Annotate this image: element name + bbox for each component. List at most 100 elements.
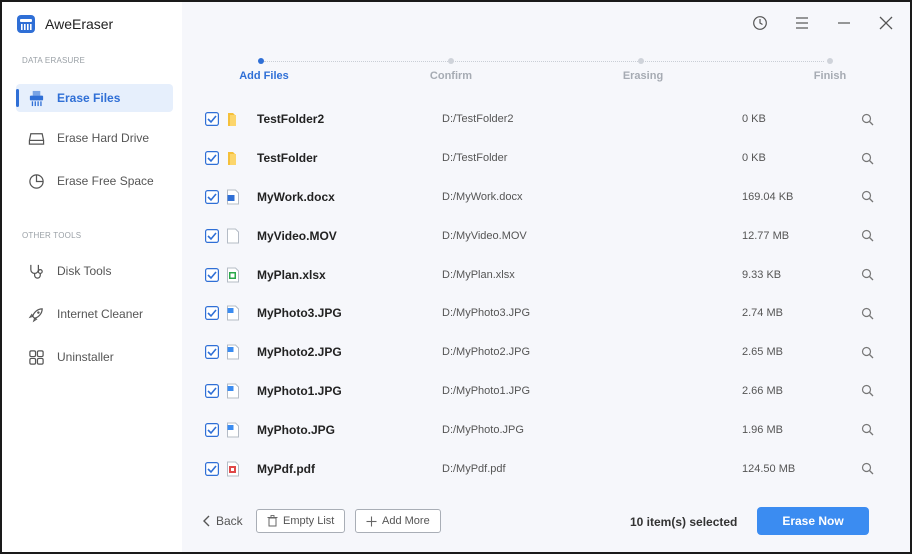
file-size: 9.33 KB: [742, 268, 782, 281]
table-row: MyPhoto1.JPG D:/MyPhoto1.JPG 2.66 MB: [182, 372, 910, 411]
file-size: 1.96 MB: [742, 423, 783, 436]
step-label-finish: Finish: [813, 70, 847, 82]
search-icon[interactable]: [861, 462, 874, 475]
progress-steps: Add Files Confirm Erasing Finish: [182, 54, 910, 90]
file-size: 169.04 KB: [742, 190, 794, 203]
sidebar-item-label: Erase Files: [57, 91, 121, 105]
step-label-add-files: Add Files: [239, 70, 289, 82]
checkbox-checked-icon[interactable]: [205, 228, 219, 243]
checkbox-checked-icon[interactable]: [205, 461, 219, 476]
file-size: 2.74 MB: [742, 307, 783, 320]
file-name: TestFolder2: [257, 112, 325, 127]
image-file-icon: [227, 305, 239, 321]
hard-drive-icon: [28, 132, 45, 145]
file-size: 0 KB: [742, 152, 766, 165]
file-name: MyWork.docx: [257, 189, 335, 204]
file-path: D:/MyPhoto.JPG: [442, 423, 524, 436]
table-row: MyPhoto3.JPG D:/MyPhoto3.JPG 2.74 MB: [182, 294, 910, 333]
close-button[interactable]: [872, 12, 900, 34]
file-size: 2.65 MB: [742, 346, 783, 359]
image-file-icon: [227, 422, 239, 438]
menu-button[interactable]: [788, 12, 816, 34]
pie-chart-icon: [29, 173, 44, 189]
search-icon[interactable]: [861, 346, 874, 359]
section-label-data-erasure: DATA ERASURE: [22, 56, 86, 65]
table-row: MyPhoto.JPG D:/MyPhoto.JPG 1.96 MB: [182, 410, 910, 449]
search-icon[interactable]: [861, 268, 874, 281]
checkbox-checked-icon[interactable]: [205, 267, 219, 282]
sidebar-item-disk-tools[interactable]: Disk Tools: [16, 257, 173, 285]
image-file-icon: [227, 383, 239, 399]
section-label-other-tools: OTHER TOOLS: [22, 231, 82, 240]
selected-count: 10 item(s) selected: [630, 515, 738, 529]
checkbox-checked-icon[interactable]: [205, 306, 219, 321]
file-path: D:/MyWork.docx: [442, 190, 523, 203]
sidebar-item-erase-files[interactable]: Erase Files: [16, 84, 173, 112]
history-button[interactable]: [746, 12, 774, 34]
trash-icon: [267, 515, 278, 527]
search-icon[interactable]: [861, 423, 874, 436]
sidebar-item-uninstaller[interactable]: Uninstaller: [16, 343, 173, 371]
add-more-button[interactable]: Add More: [355, 509, 441, 533]
file-size: 124.50 MB: [742, 462, 796, 475]
back-label: Back: [216, 514, 243, 528]
clock-icon: [753, 16, 767, 30]
search-icon[interactable]: [861, 152, 874, 165]
checkbox-checked-icon[interactable]: [205, 383, 219, 398]
sidebar-item-internet-cleaner[interactable]: Internet Cleaner: [16, 300, 173, 328]
empty-list-button[interactable]: Empty List: [256, 509, 346, 533]
file-size: 12.77 MB: [742, 229, 790, 242]
chevron-left-icon: [203, 515, 210, 527]
pdf-file-icon: [227, 461, 239, 477]
file-path: D:/MyPdf.pdf: [442, 462, 506, 475]
app-title: AweEraser: [16, 13, 113, 35]
table-row: TestFolder D:/TestFolder 0 KB: [182, 139, 910, 178]
table-row: MyVideo.MOV D:/MyVideo.MOV 12.77 MB: [182, 216, 910, 255]
blank-file-icon: [227, 228, 239, 244]
step-dot-confirm: [448, 58, 454, 64]
word-document-icon: [227, 189, 239, 205]
file-name: MyPlan.xlsx: [257, 267, 326, 282]
checkbox-checked-icon[interactable]: [205, 151, 219, 166]
table-row: TestFolder2 D:/TestFolder2 0 KB: [182, 100, 910, 139]
back-button[interactable]: Back: [202, 510, 243, 532]
checkbox-checked-icon[interactable]: [205, 422, 219, 437]
file-name: MyPhoto1.JPG: [257, 383, 342, 398]
file-name: MyPhoto2.JPG: [257, 345, 342, 360]
file-path: D:/MyPhoto1.JPG: [442, 384, 531, 397]
empty-list-label: Empty List: [283, 515, 335, 527]
shredder-icon: [29, 90, 44, 106]
file-path: D:/MyVideo.MOV: [442, 229, 527, 242]
file-name: MyPhoto3.JPG: [257, 306, 342, 321]
step-label-erasing: Erasing: [622, 70, 664, 82]
file-name: MyPdf.pdf: [257, 461, 315, 476]
search-icon[interactable]: [861, 190, 874, 203]
search-icon[interactable]: [861, 384, 874, 397]
search-icon[interactable]: [861, 229, 874, 242]
plus-icon: [366, 516, 377, 526]
file-list: TestFolder2 D:/TestFolder2 0 KB TestFold…: [182, 100, 910, 488]
sidebar-item-label: Uninstaller: [57, 350, 114, 364]
file-size: 2.66 MB: [742, 384, 783, 397]
sidebar-item-erase-hard-drive[interactable]: Erase Hard Drive: [16, 124, 173, 152]
file-path: D:/TestFolder: [442, 152, 508, 165]
search-icon[interactable]: [861, 113, 874, 126]
erase-now-button[interactable]: Erase Now: [757, 507, 869, 535]
excel-spreadsheet-icon: [227, 267, 239, 283]
app-name: AweEraser: [45, 16, 114, 32]
checkbox-checked-icon[interactable]: [205, 345, 219, 360]
checkbox-checked-icon[interactable]: [205, 189, 219, 204]
sidebar-item-erase-free-space[interactable]: Erase Free Space: [16, 167, 173, 195]
checkbox-checked-icon[interactable]: [205, 112, 219, 127]
step-dot-erasing: [638, 58, 644, 64]
search-icon[interactable]: [861, 307, 874, 320]
steps-track: [264, 61, 824, 62]
step-dot-finish: [827, 58, 833, 64]
file-name: MyVideo.MOV: [257, 228, 337, 243]
sidebar-item-label: Disk Tools: [57, 264, 112, 278]
minimize-button[interactable]: [830, 12, 858, 34]
folder-icon: [228, 152, 236, 166]
table-row: MyWork.docx D:/MyWork.docx 169.04 KB: [182, 178, 910, 217]
file-path: D:/MyPhoto2.JPG: [442, 346, 531, 359]
stethoscope-icon: [30, 264, 43, 279]
